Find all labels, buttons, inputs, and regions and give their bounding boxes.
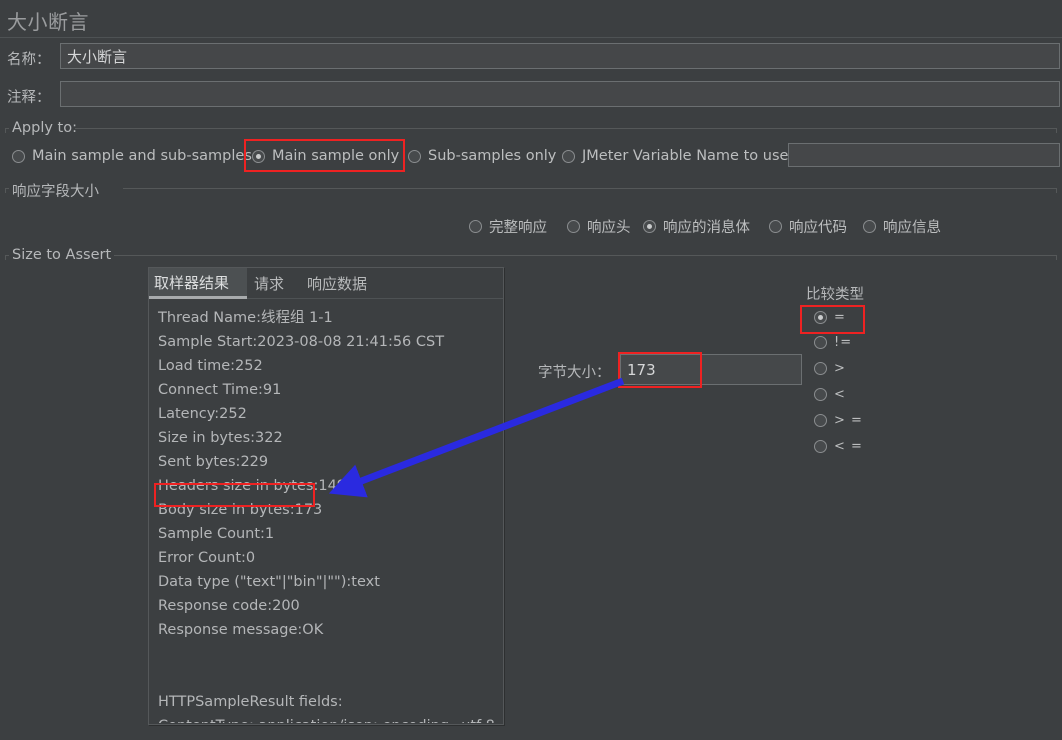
radio-dot [12, 149, 25, 163]
group-edge-right [1056, 188, 1057, 193]
group-edge-right [1056, 255, 1057, 260]
size-to-assert-title: Size to Assert [12, 247, 112, 263]
radio-sub-samples-only[interactable]: Sub-samples only [408, 148, 556, 164]
compare-type-title: 比较类型 [806, 287, 864, 303]
radio-dot [814, 311, 827, 324]
radio-compare-greater-than[interactable]: > [814, 361, 846, 376]
radio-dot [252, 149, 265, 163]
group-line-left [5, 255, 9, 256]
result-line: Latency:252 [158, 406, 247, 422]
radio-dot [814, 336, 827, 349]
result-line: Data type ("text"|"bin"|""):text [158, 574, 380, 590]
radio-jmeter-variable-name[interactable]: JMeter Variable Name to use [562, 148, 788, 164]
group-line-right [123, 188, 1057, 189]
radio-label: > = [834, 413, 863, 428]
radio-label: Sub-samples only [428, 148, 557, 164]
radio-dot [814, 414, 827, 427]
result-tabbar: 取样器结果 请求 响应数据 [149, 268, 503, 299]
group-edge-right [1056, 128, 1057, 133]
jmeter-variable-name-input[interactable] [788, 143, 1060, 167]
radio-dot [814, 362, 827, 375]
radio-main-sample-only[interactable]: Main sample only [252, 148, 399, 164]
group-line-left [5, 128, 9, 129]
radio-response-code[interactable]: 响应代码 [769, 216, 847, 237]
radio-label: = [834, 310, 846, 325]
result-line: Response code:200 [158, 598, 300, 614]
result-line: Sample Start:2023-08-08 21:41:56 CST [158, 334, 445, 350]
radio-dot [863, 220, 876, 233]
result-line: Headers size in bytes:149 [158, 478, 347, 494]
result-line: Sample Count:1 [158, 526, 275, 542]
result-line [158, 666, 502, 690]
radio-label: 响应信息 [883, 220, 941, 236]
comment-input[interactable] [60, 81, 1060, 107]
result-line: ContentType: application/json; encoding=… [158, 714, 502, 723]
radio-label: > [834, 361, 846, 376]
radio-compare-less-than[interactable]: < [814, 387, 846, 402]
result-line-body-size: Body size in bytes:173 [158, 502, 323, 518]
radio-compare-equal[interactable]: = [814, 310, 846, 325]
result-line: Sent bytes:229 [158, 454, 269, 470]
result-line: Response message:OK [158, 622, 324, 638]
tab-request[interactable]: 请求 [249, 268, 299, 299]
comment-label: 注释： [7, 90, 51, 106]
sampler-result-text[interactable]: Thread Name:线程组 1-1 Sample Start:2023-08… [150, 300, 502, 723]
radio-label: JMeter Variable Name to use [582, 148, 789, 164]
result-line: Load time:252 [158, 358, 263, 374]
radio-label: 完整响应 [489, 220, 547, 236]
apply-to-group-title: Apply to: [12, 120, 77, 136]
radio-label: < [834, 387, 846, 402]
radio-dot [769, 220, 782, 233]
name-input[interactable] [60, 43, 1060, 69]
group-line-right [75, 128, 1057, 129]
name-label: 名称： [7, 52, 51, 68]
radio-dot [562, 149, 575, 163]
radio-main-sample-and-sub-samples[interactable]: Main sample and sub-samples [12, 148, 252, 164]
radio-dot [814, 440, 827, 453]
radio-compare-less-or-equal[interactable]: < = [814, 439, 863, 454]
result-line: Connect Time:91 [158, 382, 282, 398]
radio-dot [408, 149, 421, 163]
radio-dot [814, 388, 827, 401]
tab-response-data[interactable]: 响应数据 [302, 268, 384, 299]
radio-dot [567, 220, 580, 233]
response-field-size-title: 响应字段大小 [12, 184, 99, 200]
tab-label: 取样器结果 [154, 273, 230, 292]
radio-label: 响应头 [587, 220, 631, 236]
radio-full-response[interactable]: 完整响应 [469, 216, 547, 237]
radio-response-body[interactable]: 响应的消息体 [643, 216, 750, 237]
radio-label: Main sample only [272, 148, 400, 164]
sampler-result-panel: 取样器结果 请求 响应数据 Thread Name:线程组 1-1 Sample… [148, 267, 504, 725]
radio-response-message[interactable]: 响应信息 [863, 216, 941, 237]
radio-label: 响应的消息体 [663, 220, 750, 236]
byte-size-input[interactable] [620, 354, 802, 385]
window-titlebar: 大小断言 [0, 0, 1062, 38]
result-line: Thread Name:线程组 1-1 [158, 310, 333, 326]
group-line-right [114, 255, 1057, 256]
page-title: 大小断言 [7, 10, 89, 34]
radio-compare-greater-or-equal[interactable]: > = [814, 413, 863, 428]
result-line: Size in bytes:322 [158, 430, 283, 446]
tab-label: 请求 [254, 275, 285, 293]
result-line [158, 642, 502, 666]
radio-response-headers[interactable]: 响应头 [567, 216, 631, 237]
result-line: HTTPSampleResult fields: [158, 694, 343, 710]
radio-label: Main sample and sub-samples [32, 148, 252, 164]
radio-compare-not-equal[interactable]: != [814, 335, 852, 350]
tab-label: 响应数据 [307, 275, 368, 293]
tab-sampler-result[interactable]: 取样器结果 [149, 268, 247, 299]
group-line-left [5, 188, 9, 189]
radio-label: != [834, 335, 853, 350]
result-line: Error Count:0 [158, 550, 256, 566]
radio-label: 响应代码 [789, 220, 847, 236]
radio-dot [643, 220, 656, 233]
byte-size-label: 字节大小： [538, 365, 611, 381]
radio-label: < = [834, 439, 863, 454]
radio-dot [469, 220, 482, 233]
